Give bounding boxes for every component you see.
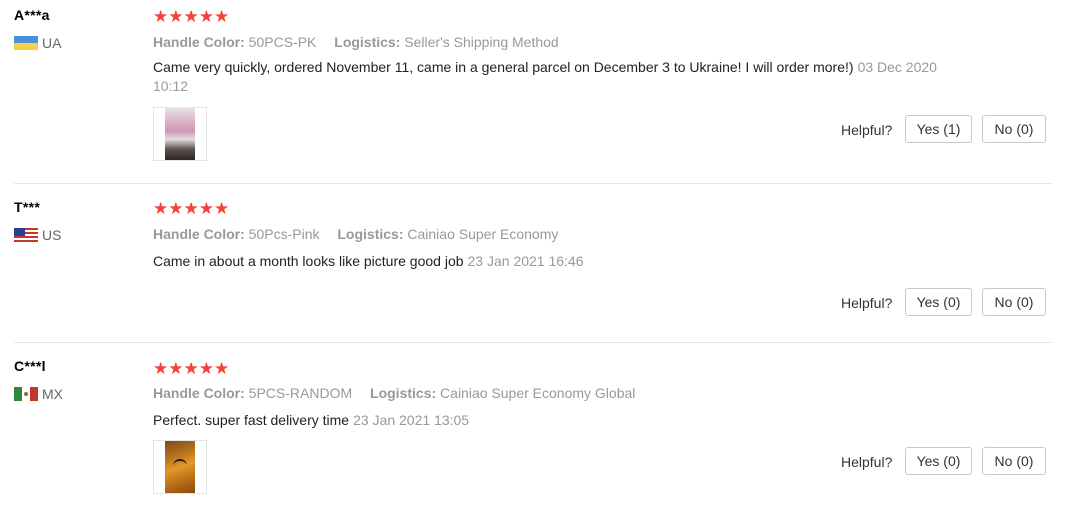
reviewer-name: C***l <box>14 358 46 374</box>
reviewer-name: A***a <box>14 7 50 23</box>
photo-image <box>165 108 195 160</box>
handle-color-value: 5PCS-RANDOM <box>248 385 353 401</box>
helpful-yes-button[interactable]: Yes (0) <box>905 288 972 316</box>
helpful-yes-button[interactable]: Yes (0) <box>905 447 972 475</box>
review-comment: Perfect. super fast delivery time 23 Jan … <box>153 411 943 430</box>
helpful-no-button[interactable]: No (0) <box>982 288 1046 316</box>
logistics-label: Logistics: <box>334 34 401 50</box>
star-rating: ★★★★★ <box>153 7 230 26</box>
handle-color-value: 50Pcs-Pink <box>248 226 320 242</box>
helpful-no-button[interactable]: No (0) <box>982 447 1046 475</box>
country-code: MX <box>42 386 63 402</box>
helpful-label: Helpful? <box>841 122 893 138</box>
helpful-yes-button[interactable]: Yes (1) <box>905 115 972 143</box>
photo-image <box>165 441 195 493</box>
review-date: 23 Jan 2021 16:46 <box>467 253 584 269</box>
logistics-value: Cainiao Super Economy <box>407 226 559 242</box>
helpful-label: Helpful? <box>841 454 893 470</box>
country-code: UA <box>42 35 62 51</box>
star-rating: ★★★★★ <box>153 199 230 218</box>
logistics-value: Cainiao Super Economy Global <box>440 385 636 401</box>
review-date: 23 Jan 2021 13:05 <box>353 412 470 428</box>
reviewer-name: T*** <box>14 199 41 215</box>
review-text: Came very quickly, ordered November 11, … <box>153 59 854 75</box>
helpful-no-button[interactable]: No (0) <box>982 115 1046 143</box>
handle-color-value: 50PCS-PK <box>248 34 317 50</box>
review-attributes: Handle Color: 5PCS-RANDOM Logistics: Cai… <box>153 385 649 401</box>
review-comment: Came very quickly, ordered November 11, … <box>153 58 943 96</box>
country-code: US <box>42 227 62 243</box>
reviewer-country: MX <box>14 386 63 402</box>
logistics-value: Seller's Shipping Method <box>404 34 559 50</box>
review-attributes: Handle Color: 50Pcs-Pink Logistics: Cain… <box>153 226 572 242</box>
reviewer-country: UA <box>14 35 61 51</box>
review-item: A***a UA ★★★★★ Handle Color: 50PCS-PK Lo… <box>0 0 1068 183</box>
usa-flag-icon <box>14 228 38 242</box>
review-item: C***l MX ★★★★★ Handle Color: 5PCS-RANDOM… <box>0 342 1068 511</box>
review-photo-thumbnail[interactable] <box>153 107 207 161</box>
review-item: T*** US ★★★★★ Handle Color: 50Pcs-Pink L… <box>0 183 1068 342</box>
logistics-label: Logistics: <box>337 226 404 242</box>
review-photo-thumbnail[interactable] <box>153 440 207 494</box>
mexico-flag-icon <box>14 387 38 401</box>
review-attributes: Handle Color: 50PCS-PK Logistics: Seller… <box>153 34 573 50</box>
handle-color-label: Handle Color: <box>153 385 245 401</box>
logistics-label: Logistics: <box>370 385 437 401</box>
review-text: Came in about a month looks like picture… <box>153 253 464 269</box>
reviewer-country: US <box>14 227 61 243</box>
helpful-label: Helpful? <box>841 295 893 311</box>
review-comment: Came in about a month looks like picture… <box>153 252 943 271</box>
handle-color-label: Handle Color: <box>153 226 245 242</box>
handle-color-label: Handle Color: <box>153 34 245 50</box>
ukraine-flag-icon <box>14 36 38 50</box>
star-rating: ★★★★★ <box>153 359 230 378</box>
review-text: Perfect. super fast delivery time <box>153 412 350 428</box>
